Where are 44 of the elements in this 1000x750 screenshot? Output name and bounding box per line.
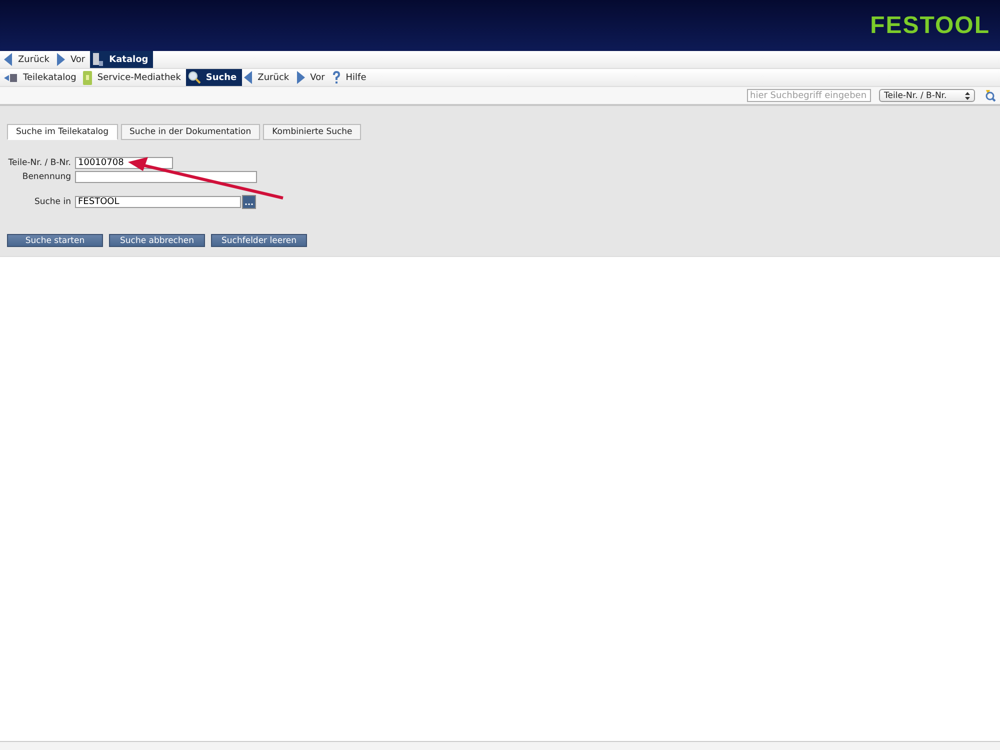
- nav-item[interactable]: Service-Mediathek: [81, 69, 186, 86]
- nav-item[interactable]: Suche: [186, 69, 242, 86]
- nav-item[interactable]: Vor: [294, 69, 330, 86]
- nav-label: Katalog: [109, 54, 148, 64]
- nav-item[interactable]: Teilekatalog: [2, 69, 82, 86]
- book-icon: [92, 52, 104, 66]
- nav-label: Zurück: [258, 72, 290, 82]
- nav-item[interactable]: Hilfe: [330, 69, 372, 86]
- search-icon[interactable]: [983, 89, 996, 102]
- parts-icon: [4, 72, 18, 84]
- nav-label: Teilekatalog: [23, 72, 76, 82]
- tab[interactable]: Kombinierte Suche: [263, 124, 362, 140]
- nav-item[interactable]: Katalog: [90, 51, 154, 68]
- tab[interactable]: Suche im Teilekatalog: [7, 124, 118, 140]
- input-field[interactable]: FESTOOL: [75, 196, 241, 208]
- action-button[interactable]: Suche abbrechen: [109, 234, 205, 247]
- magnifier-icon: [188, 71, 201, 84]
- nav-label: Vor: [310, 72, 325, 82]
- action-button[interactable]: Suchfelder leeren: [211, 234, 307, 247]
- logo: FESTOOL: [870, 12, 990, 40]
- input-field[interactable]: [75, 171, 257, 183]
- browse-button[interactable]: ...: [242, 195, 256, 209]
- dropdown-arrows-icon: [965, 92, 970, 100]
- nav-label: Service-Mediathek: [97, 72, 181, 82]
- nav-label: Vor: [70, 54, 86, 64]
- field-label: Teile-Nr. / B-Nr.: [7, 158, 71, 168]
- help-icon: [332, 70, 341, 84]
- forward-arrow-icon: [56, 53, 66, 66]
- nav-item[interactable]: Zurück: [2, 51, 54, 68]
- nav-label: Suche: [206, 72, 237, 82]
- back-arrow-icon: [244, 71, 253, 84]
- back-arrow-icon: [4, 53, 13, 66]
- field-label: Benennung: [21, 172, 71, 182]
- search-type-dropdown[interactable]: Teile-Nr. / B-Nr.: [879, 89, 975, 102]
- field-label: Suche in: [33, 197, 71, 207]
- nav-label: Zurück: [18, 54, 50, 64]
- nav-item[interactable]: Zurück: [242, 69, 294, 86]
- tab[interactable]: Suche in der Dokumentation: [120, 124, 260, 140]
- nav-item[interactable]: Vor: [54, 51, 90, 68]
- action-button[interactable]: Suche starten: [7, 234, 103, 247]
- search-field[interactable]: hier Suchbegriff eingeben: [747, 89, 871, 102]
- document-icon: [83, 70, 92, 84]
- nav-label: Hilfe: [346, 72, 366, 82]
- forward-arrow-icon: [296, 71, 306, 84]
